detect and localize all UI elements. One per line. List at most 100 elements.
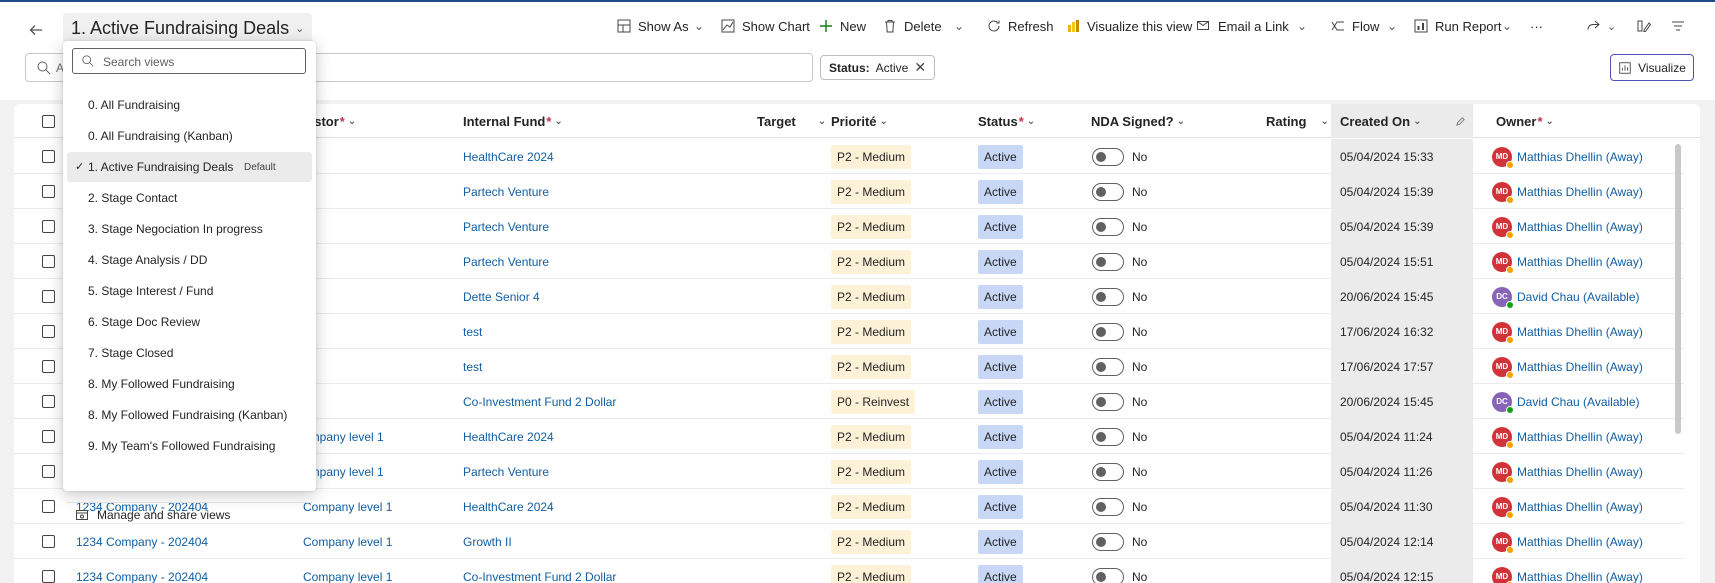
owner-link[interactable]: Matthias Dhellin (Away)	[1517, 500, 1643, 514]
row-checkbox-cell[interactable]	[42, 349, 55, 384]
nda-toggle[interactable]	[1092, 287, 1124, 306]
flow-button[interactable]: Flow	[1330, 14, 1379, 38]
view-item[interactable]: 8. My Followed Fundraising	[67, 369, 312, 399]
view-item[interactable]: 6. Stage Doc Review	[67, 307, 312, 337]
vertical-scrollbar[interactable]	[1675, 144, 1681, 434]
visualize-view-button[interactable]: Visualize this view	[1065, 14, 1192, 38]
view-item[interactable]: 0. All Fundraising	[67, 90, 312, 120]
edit-columns-button[interactable]	[1636, 14, 1652, 38]
row-checkbox-cell[interactable]	[42, 209, 55, 244]
internal-fund-link[interactable]: HealthCare 2024	[463, 489, 554, 524]
owner-link[interactable]: Matthias Dhellin (Away)	[1517, 220, 1643, 234]
column-header-priority[interactable]: Priorité ⌄	[831, 104, 888, 138]
show-as-chevron[interactable]: ⌄	[689, 14, 709, 38]
view-item[interactable]: 9. My Team's Followed Fundraising	[67, 431, 312, 461]
email-chevron[interactable]: ⌄	[1292, 14, 1312, 38]
view-item[interactable]: 5. Stage Interest / Fund	[67, 276, 312, 306]
show-chart-button[interactable]: Show Chart	[720, 14, 810, 38]
checkbox[interactable]	[42, 185, 55, 198]
checkbox[interactable]	[42, 535, 55, 548]
row-checkbox-cell[interactable]	[42, 489, 55, 524]
delete-chevron[interactable]: ⌄	[949, 14, 969, 38]
column-header-internal-fund[interactable]: Internal Fund * ⌄	[463, 104, 563, 138]
row-checkbox-cell[interactable]	[42, 419, 55, 454]
row-checkbox-cell[interactable]	[42, 139, 55, 174]
checkbox[interactable]	[42, 114, 55, 128]
internal-fund-link[interactable]: test	[463, 349, 482, 384]
checkbox[interactable]	[42, 430, 55, 443]
new-button[interactable]: New	[818, 14, 866, 38]
investor-link[interactable]: Company level 1	[303, 489, 392, 524]
visualize-button[interactable]: Visualize	[1610, 54, 1694, 81]
checkbox[interactable]	[42, 395, 55, 408]
run-report-chevron[interactable]: ⌄	[1497, 14, 1517, 38]
flow-chevron[interactable]: ⌄	[1382, 14, 1402, 38]
checkbox[interactable]	[42, 325, 55, 338]
internal-fund-link[interactable]: Partech Venture	[463, 454, 549, 489]
nda-toggle[interactable]	[1092, 217, 1124, 236]
row-checkbox-cell[interactable]	[42, 524, 55, 559]
row-checkbox-cell[interactable]	[42, 454, 55, 489]
close-icon[interactable]: ✕	[914, 59, 926, 76]
checkbox[interactable]	[42, 360, 55, 373]
run-report-button[interactable]: Run Report	[1413, 14, 1501, 38]
refresh-button[interactable]: Refresh	[986, 14, 1054, 38]
nda-toggle[interactable]	[1092, 532, 1124, 551]
investor-link[interactable]: Company level 1	[303, 524, 392, 559]
owner-link[interactable]: Matthias Dhellin (Away)	[1517, 185, 1643, 199]
view-item[interactable]: ✓ 1. Active Fundraising Deals Default	[67, 152, 312, 182]
view-item[interactable]: 4. Stage Analysis / DD	[67, 245, 312, 275]
view-item[interactable]: 0. All Fundraising (Kanban)	[67, 121, 312, 151]
internal-fund-link[interactable]: Partech Venture	[463, 174, 549, 209]
back-button[interactable]	[22, 16, 50, 44]
row-checkbox-cell[interactable]	[42, 279, 55, 314]
owner-link[interactable]: Matthias Dhellin (Away)	[1517, 150, 1643, 164]
deal-name-link[interactable]: 1234 Company - 202404	[76, 559, 208, 583]
nda-toggle[interactable]	[1092, 357, 1124, 376]
status-filter-chip[interactable]: Status: Active ✕	[820, 55, 936, 80]
internal-fund-link[interactable]: Dette Senior 4	[463, 279, 540, 314]
column-header-owner[interactable]: Owner * ⌄	[1496, 104, 1554, 138]
internal-fund-link[interactable]: HealthCare 2024	[463, 139, 554, 174]
checkbox[interactable]	[42, 290, 55, 303]
column-header-created-on[interactable]: Created On ⌄	[1331, 104, 1473, 138]
owner-link[interactable]: Matthias Dhellin (Away)	[1517, 325, 1643, 339]
column-header-nda[interactable]: NDA Signed? ⌄	[1091, 104, 1185, 138]
more-commands-button[interactable]: ···	[1530, 14, 1543, 38]
table-row[interactable]: 1234 Company - 202404 Company level 1 Co…	[14, 559, 1684, 583]
show-as-button[interactable]: Show As	[616, 14, 689, 38]
owner-link[interactable]: Matthias Dhellin (Away)	[1517, 430, 1643, 444]
checkbox[interactable]	[42, 255, 55, 268]
checkbox[interactable]	[42, 220, 55, 233]
view-item[interactable]: 3. Stage Negociation In progress	[67, 214, 312, 244]
owner-link[interactable]: Matthias Dhellin (Away)	[1517, 570, 1643, 583]
column-header-target[interactable]: Target ⌄	[757, 104, 826, 138]
owner-link[interactable]: Matthias Dhellin (Away)	[1517, 255, 1643, 269]
internal-fund-link[interactable]: Co-Investment Fund 2 Dollar	[463, 384, 616, 419]
row-checkbox-cell[interactable]	[42, 244, 55, 279]
owner-link[interactable]: David Chau (Available)	[1517, 395, 1640, 409]
nda-toggle[interactable]	[1092, 322, 1124, 341]
nda-toggle[interactable]	[1092, 252, 1124, 271]
nda-toggle[interactable]	[1092, 567, 1124, 583]
checkbox[interactable]	[42, 500, 55, 513]
owner-link[interactable]: Matthias Dhellin (Away)	[1517, 360, 1643, 374]
internal-fund-link[interactable]: Growth II	[463, 524, 512, 559]
search-views-input[interactable]: Search views	[72, 48, 306, 74]
row-checkbox-cell[interactable]	[42, 174, 55, 209]
filter-button[interactable]	[1670, 14, 1686, 38]
nda-toggle[interactable]	[1092, 147, 1124, 166]
view-selector-button[interactable]: 1. Active Fundraising Deals ⌄	[63, 13, 313, 43]
view-item[interactable]: 2. Stage Contact	[67, 183, 312, 213]
internal-fund-link[interactable]: test	[463, 314, 482, 349]
column-header-status[interactable]: Status * ⌄	[978, 104, 1035, 138]
internal-fund-link[interactable]: HealthCare 2024	[463, 419, 554, 454]
owner-link[interactable]: Matthias Dhellin (Away)	[1517, 535, 1643, 549]
row-checkbox-cell[interactable]	[42, 384, 55, 419]
checkbox[interactable]	[42, 150, 55, 163]
email-link-button[interactable]: Email a Link	[1196, 14, 1289, 38]
row-checkbox-cell[interactable]	[42, 559, 55, 583]
view-item[interactable]: 8. My Followed Fundraising (Kanban)	[67, 400, 312, 430]
row-checkbox-cell[interactable]	[42, 314, 55, 349]
select-all-checkbox[interactable]	[42, 104, 55, 138]
